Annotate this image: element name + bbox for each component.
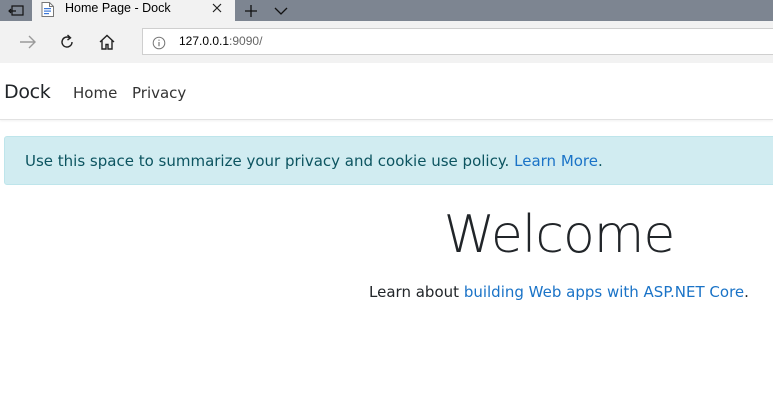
tabs-aside-icon (8, 4, 24, 16)
home-icon (99, 34, 115, 50)
nav-link-home[interactable]: Home (73, 84, 117, 102)
chevron-down-icon (274, 7, 288, 15)
nav-link-privacy[interactable]: Privacy (132, 84, 186, 102)
tab-title: Home Page - Dock (65, 1, 171, 15)
home-button[interactable] (95, 31, 119, 53)
cookie-consent-suffix: . (598, 152, 603, 170)
forward-arrow-icon (20, 35, 36, 49)
cookie-consent-text: Use this space to summarize your privacy… (25, 152, 510, 170)
url-text[interactable]: 127.0.0.1:9090/ (179, 34, 262, 48)
learn-about-suffix: . (744, 283, 749, 301)
welcome-heading: Welcome (443, 205, 676, 265)
site-navbar: Dock Home Privacy (0, 63, 773, 120)
tab-home-page[interactable]: Home Page - Dock (32, 0, 235, 21)
learn-about-prefix: Learn about (369, 283, 460, 301)
close-tab-icon[interactable] (210, 0, 224, 19)
tab-preview-toggle[interactable] (268, 0, 294, 21)
site-brand-link[interactable]: Dock (4, 81, 51, 103)
address-bar[interactable]: 127.0.0.1:9090/ (142, 28, 773, 55)
refresh-button[interactable] (55, 31, 79, 53)
new-tab-button[interactable] (236, 0, 266, 21)
cookie-consent-message: Use this space to summarize your privacy… (25, 152, 603, 170)
learn-more-link[interactable]: Learn More (514, 152, 598, 170)
aspnet-core-link[interactable]: building Web apps with ASP.NET Core (464, 283, 744, 301)
site-info-icon[interactable] (152, 35, 166, 54)
refresh-icon (61, 34, 73, 48)
url-host: 127.0.0.1 (179, 34, 230, 48)
url-port-path: :9090/ (229, 34, 263, 48)
cookie-consent-alert: Use this space to summarize your privacy… (4, 136, 773, 185)
page-favicon-icon (41, 2, 54, 21)
forward-button[interactable] (16, 31, 40, 53)
plus-icon (245, 4, 257, 17)
browser-tab-strip: Home Page - Dock (0, 0, 773, 21)
browser-toolbar: 127.0.0.1:9090/ (0, 21, 773, 63)
set-tabs-aside-button[interactable] (0, 0, 32, 21)
learn-about-text: Learn about building Web apps with ASP.N… (0, 283, 773, 301)
